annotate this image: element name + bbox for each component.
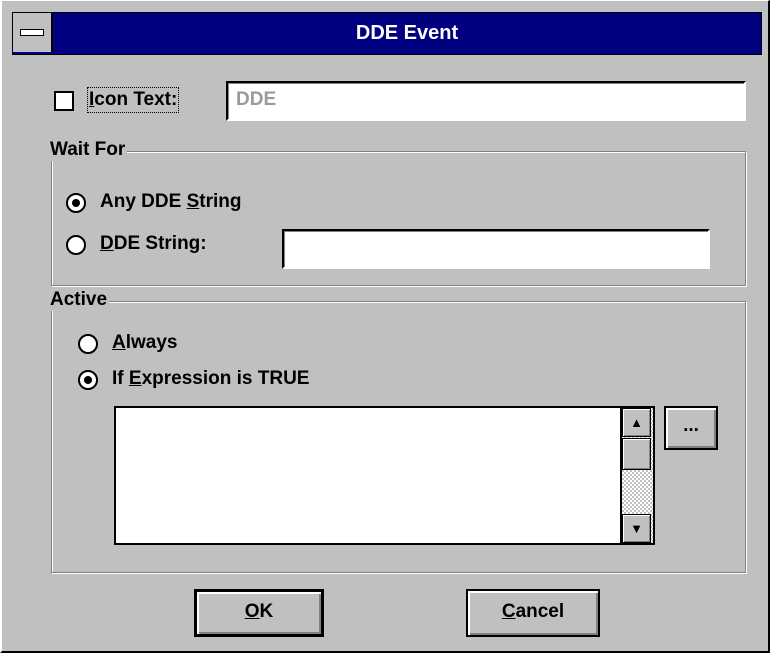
dde-string-radio[interactable] bbox=[66, 235, 86, 255]
any-dde-string-radio[interactable] bbox=[66, 193, 86, 213]
any-dde-string-label: Any DDE String bbox=[100, 191, 242, 212]
active-group-label: Active bbox=[48, 289, 110, 311]
expression-scrollbar[interactable]: ▲ ▼ bbox=[620, 408, 653, 543]
icon-text-label: Icon Text: bbox=[86, 87, 180, 113]
window-title: DDE Event bbox=[355, 22, 459, 44]
dde-string-field[interactable] bbox=[282, 229, 710, 269]
title-bar[interactable]: DDE Event bbox=[12, 12, 762, 55]
system-menu-icon bbox=[20, 29, 44, 36]
scroll-down-arrow-icon[interactable]: ▼ bbox=[622, 514, 651, 543]
scroll-up-arrow-icon[interactable]: ▲ bbox=[622, 408, 651, 437]
if-expression-label: If Expression is TRUE bbox=[112, 368, 310, 389]
dde-event-dialog: DDE Event Icon Text: DDE Wait For Any DD… bbox=[0, 0, 770, 653]
wait-for-group-label: Wait For bbox=[48, 139, 128, 161]
dde-string-label: DDE String: bbox=[100, 233, 207, 254]
icon-text-field[interactable]: DDE bbox=[226, 81, 746, 121]
browse-expression-button[interactable]: ... bbox=[664, 406, 718, 450]
expression-listbox[interactable]: ▲ ▼ bbox=[114, 406, 655, 545]
always-radio[interactable] bbox=[78, 334, 98, 354]
icon-text-checkbox[interactable] bbox=[54, 91, 74, 111]
always-label: Always bbox=[112, 332, 178, 353]
system-menu-button[interactable] bbox=[13, 13, 53, 52]
cancel-button[interactable]: Cancel bbox=[466, 589, 600, 637]
ok-button[interactable]: OK bbox=[194, 589, 324, 637]
scroll-thumb[interactable] bbox=[622, 438, 651, 470]
if-expression-radio[interactable] bbox=[78, 370, 98, 390]
